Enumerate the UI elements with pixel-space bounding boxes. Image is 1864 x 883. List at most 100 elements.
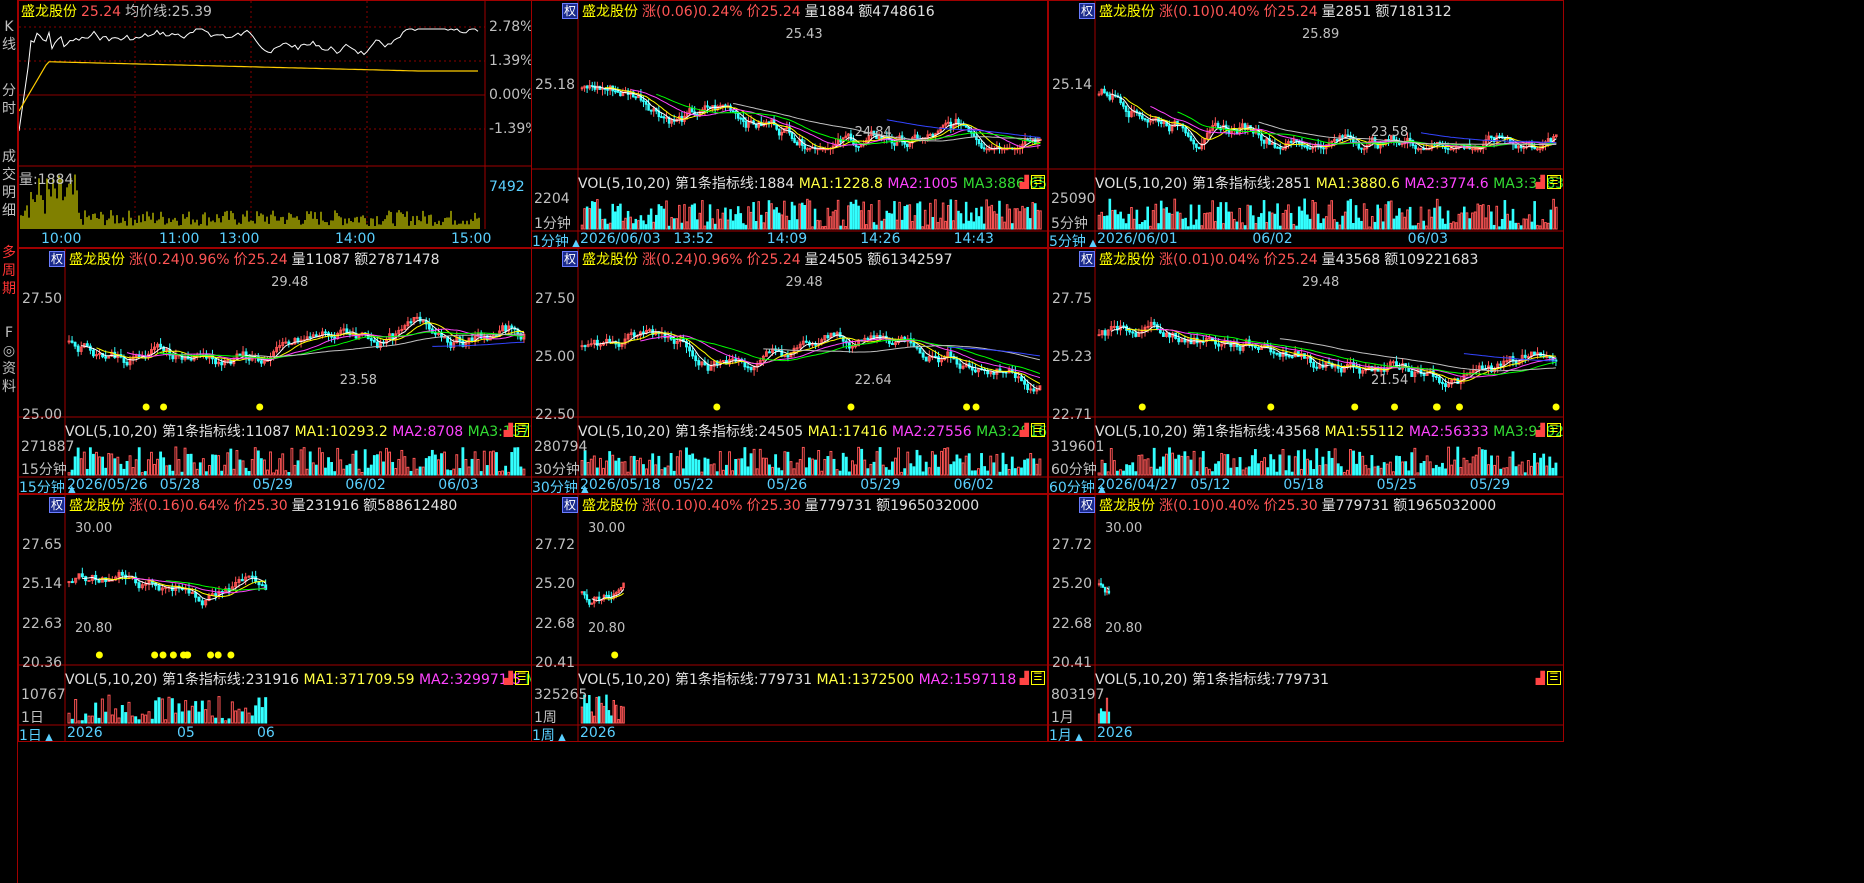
volume-bar: [783, 451, 787, 476]
kline-panel-p5min[interactable]: 权盛龙股份 涨(0.10)0.40% 价25.24 量2851 额7181312 25.1…: [1048, 0, 1564, 248]
rights-adjust-icon[interactable]: 权: [562, 251, 578, 267]
volume-bar: [97, 717, 101, 724]
high-price-mark: 30.00: [588, 521, 626, 536]
kline-panel-p15min[interactable]: 权盛龙股份 涨(0.24)0.96% 价25.24 量11087 额27871478 27…: [18, 248, 532, 494]
triangle-up-icon[interactable]: ▲: [1086, 238, 1097, 247]
candle-body: [580, 591, 584, 594]
volume-bar: [1013, 468, 1017, 476]
volume-bar: [590, 201, 594, 230]
triangle-up-icon[interactable]: ▲: [42, 732, 53, 741]
menu-icon[interactable]: ☰: [1031, 670, 1045, 685]
menu-icon[interactable]: ☰: [515, 422, 529, 437]
menu-icon[interactable]: ☰: [1031, 174, 1045, 189]
period-selector-tab[interactable]: 1分钟 ▲: [532, 231, 580, 247]
rights-adjust-icon[interactable]: 权: [1079, 3, 1095, 19]
bar-chart-icon[interactable]: ▟: [1536, 671, 1545, 685]
volume-bar: [1465, 212, 1469, 230]
volume-bar: [1476, 203, 1480, 230]
kline-panel-p30min[interactable]: 权盛龙股份 涨(0.24)0.96% 价25.24 量24505 额61342597 27…: [531, 248, 1048, 494]
period-selector-tab[interactable]: 1月 ▲: [1049, 725, 1083, 741]
period-selector-tab[interactable]: 1周 ▲: [532, 725, 566, 741]
volume-bar: [1456, 446, 1460, 476]
candle-body: [929, 133, 932, 136]
volume-bar: [721, 469, 725, 476]
ma1-value: MA1:3880.6: [1315, 176, 1400, 192]
volume-bar: [260, 707, 264, 724]
candle-body: [1099, 583, 1103, 586]
period-tab-label[interactable]: 1周: [532, 728, 555, 741]
period-selector-tab[interactable]: 1日 ▲: [19, 725, 53, 741]
kline-panel-pday[interactable]: 权盛龙股份 涨(0.16)0.64% 价25.30 量231916 额588612480…: [18, 494, 532, 742]
intraday-panel[interactable]: 盛龙股份 25.24 均价线:25.39 2.78% 1.39% 0.00% -1.…: [18, 0, 532, 248]
rights-adjust-icon[interactable]: 权: [562, 3, 578, 19]
rights-adjust-icon[interactable]: 权: [1079, 497, 1095, 513]
period-selector-tab[interactable]: 5分钟 ▲: [1049, 231, 1097, 247]
menu-icon[interactable]: ☰: [515, 670, 529, 685]
volume-bar: [747, 206, 750, 230]
volume-bar: [1100, 459, 1104, 476]
volume-bar: [580, 460, 584, 476]
rights-adjust-icon[interactable]: 权: [49, 251, 65, 267]
bar-chart-icon[interactable]: ▟: [1020, 671, 1029, 685]
bar-chart-icon[interactable]: ▟: [1536, 423, 1545, 437]
volume-bar: [955, 454, 959, 476]
period-tab-label[interactable]: 60分钟: [1049, 480, 1095, 493]
rights-adjust-icon[interactable]: 权: [49, 497, 65, 513]
avg-price-label: 均价线:25.39: [125, 4, 212, 20]
bar-chart-icon[interactable]: ▟: [504, 423, 513, 437]
kline-panel-p60min[interactable]: 权盛龙股份 涨(0.01)0.04% 价25.24 量43568 额109221683 2…: [1048, 248, 1564, 494]
panel-header: 权盛龙股份 涨(0.16)0.64% 价25.30 量231916 额588612480: [49, 497, 461, 515]
kline-panel-p1min[interactable]: 权盛龙股份 涨(0.06)0.24% 价25.24 量1884 额4748616 25.1…: [531, 0, 1048, 248]
bar-chart-icon[interactable]: ▟: [1020, 423, 1029, 437]
candle-body: [585, 85, 589, 89]
period-tab-label[interactable]: 1月: [1049, 728, 1072, 741]
bar-chart-icon[interactable]: ▟: [1020, 175, 1029, 189]
menu-icon[interactable]: ☰: [1547, 670, 1561, 685]
menu-icon[interactable]: ☰: [1547, 422, 1561, 437]
period-tab-label[interactable]: 1日: [19, 728, 42, 741]
kline-panel-pmonth[interactable]: 权盛龙股份 涨(0.10)0.40% 价25.30 量779731 额196503200…: [1048, 494, 1564, 742]
tab-trade-detail[interactable]: 成交明细: [0, 148, 18, 220]
volume-bar: [708, 204, 712, 230]
volume-bar: [275, 469, 279, 476]
volume-bar: [718, 451, 722, 476]
volume-bar: [117, 717, 121, 724]
volume-bar: [1446, 210, 1450, 230]
rights-adjust-icon[interactable]: 权: [1079, 251, 1095, 267]
candle-body: [1124, 105, 1128, 112]
volume-bar: [1207, 468, 1211, 476]
price-axis-label: 27.72: [535, 537, 576, 553]
volume-bar: [1128, 465, 1132, 476]
triangle-up-icon[interactable]: ▲: [555, 732, 566, 741]
menu-icon[interactable]: ☰: [1547, 174, 1561, 189]
period-tab-label[interactable]: 5分钟: [1049, 234, 1086, 247]
volume-bar: [712, 463, 716, 476]
tab-f10-info[interactable]: F ◎ 资料: [0, 324, 18, 396]
rights-adjust-icon[interactable]: 权: [562, 497, 578, 513]
volume-bar: [1189, 204, 1193, 230]
triangle-up-icon[interactable]: ▲: [569, 238, 580, 247]
volume-bar: [964, 455, 968, 476]
volume-bar: [204, 471, 208, 476]
period-tab-label[interactable]: 15分钟: [19, 480, 65, 493]
volume-bar: [795, 462, 799, 476]
volume-bar: [826, 207, 830, 230]
intraday-chart[interactable]: [19, 1, 532, 248]
tab-kline[interactable]: K线: [0, 18, 18, 54]
volume-bar: [862, 201, 865, 230]
menu-icon[interactable]: ☰: [1031, 422, 1045, 437]
tab-intraday[interactable]: 分时: [0, 82, 18, 118]
tab-multi-period[interactable]: 多周期: [0, 244, 18, 298]
bar-chart-icon[interactable]: ▟: [1536, 175, 1545, 189]
volume-bar: [467, 466, 471, 476]
bar-chart-icon[interactable]: ▟: [504, 671, 513, 685]
volume-bar: [1108, 198, 1112, 230]
triangle-up-icon[interactable]: ▲: [1072, 732, 1083, 741]
volume-bar: [786, 451, 790, 476]
candle-body: [240, 578, 244, 582]
stock-name: 盛龙股份: [1099, 498, 1155, 514]
period-tab-label[interactable]: 1分钟: [532, 234, 569, 247]
candle-body: [1207, 337, 1211, 340]
kline-panel-pweek[interactable]: 权盛龙股份 涨(0.10)0.40% 价25.30 量779731 额196503200…: [531, 494, 1048, 742]
period-tab-label[interactable]: 30分钟: [532, 480, 578, 493]
